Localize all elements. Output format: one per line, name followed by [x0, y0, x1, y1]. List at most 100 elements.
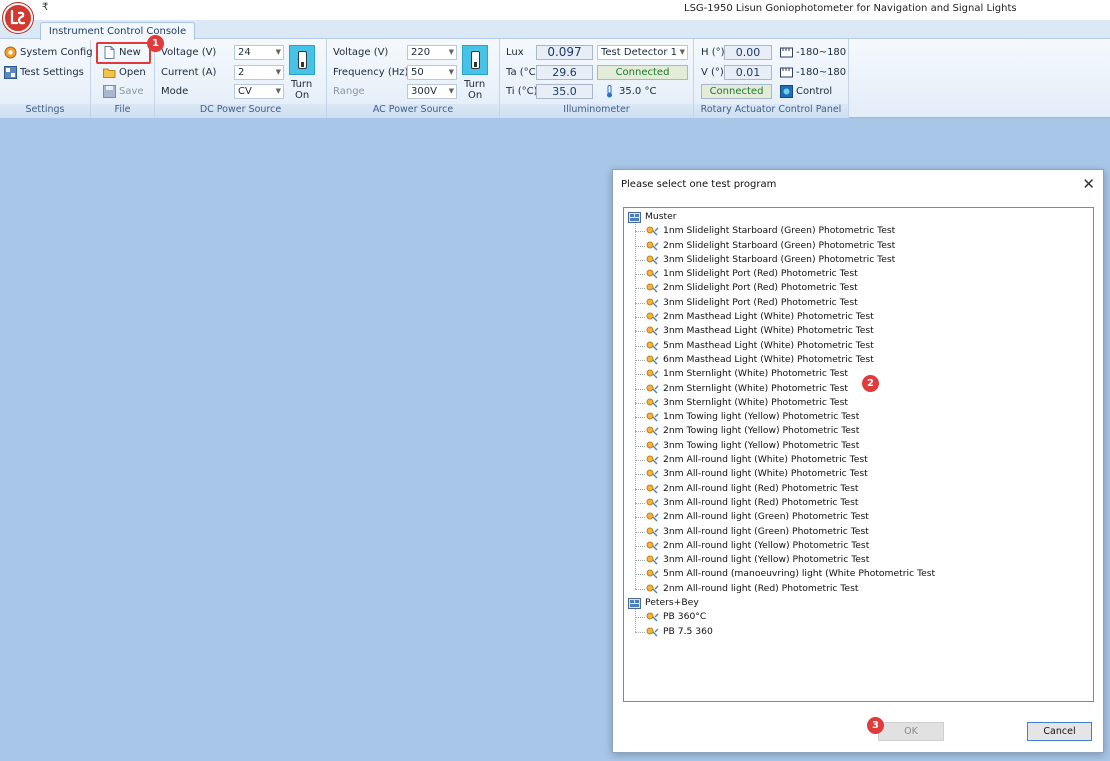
system-config-label: System Config — [20, 47, 93, 58]
dc-current-value: 2 — [238, 67, 245, 78]
dropdown-arrow-icon: ▼ — [275, 48, 281, 56]
dc-voltage-select[interactable]: 24 ▼ — [234, 45, 284, 60]
tree-item-label: 1nm Slidelight Port (Red) Photometric Te… — [663, 268, 858, 280]
tree-item-label: 2nm Masthead Light (White) Photometric T… — [663, 311, 874, 323]
ac-voltage-select[interactable]: 220 ▼ — [407, 45, 457, 60]
test-program-tree[interactable]: Muster 1nm Slidelight Starboard (Green) P… — [623, 207, 1094, 702]
tree-connector — [635, 560, 645, 562]
cancel-button[interactable]: Cancel — [1027, 722, 1092, 741]
dc-current-select[interactable]: 2 ▼ — [234, 65, 284, 80]
tree-group-label: Peters+Bey — [645, 597, 699, 609]
app-logo-icon[interactable] — [3, 3, 33, 33]
ac-frequency-select[interactable]: 50 ▼ — [407, 65, 457, 80]
tree-item-label: 5nm Masthead Light (White) Photometric T… — [663, 339, 874, 351]
tree-connector — [635, 488, 645, 490]
tree-item[interactable]: 3nm Slidelight Starboard (Green) Photome… — [624, 253, 1093, 267]
dc-turn-on-line1[interactable]: Turn — [291, 79, 312, 90]
tree-item[interactable]: 3nm All-round light (Yellow) Photometric… — [624, 553, 1093, 567]
h-angle-value: 0.00 — [724, 45, 772, 60]
tree-item[interactable]: 2nm All-round light (Green) Photometric … — [624, 510, 1093, 524]
ac-power-toggle[interactable] — [462, 45, 488, 75]
tree-item[interactable]: 5nm Masthead Light (White) Photometric T… — [624, 339, 1093, 353]
tree-item[interactable]: 2nm Slidelight Starboard (Green) Photome… — [624, 239, 1093, 253]
tree-item-label: 3nm All-round light (Yellow) Photometric… — [663, 554, 870, 566]
tree-item[interactable]: 6nm Masthead Light (White) Photometric T… — [624, 353, 1093, 367]
new-button-highlight — [96, 42, 151, 64]
ac-range-select[interactable]: 300V ▼ — [407, 84, 457, 99]
tree-item[interactable]: 2nm Masthead Light (White) Photometric T… — [624, 310, 1093, 324]
v-angle-label: V (°) — [701, 67, 724, 78]
tree-item[interactable]: 5nm All-round (manoeuvring) light (White… — [624, 567, 1093, 581]
ok-button[interactable]: OK — [878, 722, 944, 741]
ac-turn-on-line2[interactable]: On — [468, 90, 482, 101]
title-bar: ₹ LSG-1950 Lisun Goniophotometer for Nav… — [0, 0, 1110, 20]
tree-item[interactable]: PB 7.5 360 — [624, 625, 1093, 639]
group-label-rotary: Rotary Actuator Control Panel — [694, 104, 848, 118]
tree-item-label: 1nm Sternlight (White) Photometric Test — [663, 368, 848, 380]
tree-item[interactable]: 1nm Sternlight (White) Photometric Test — [624, 367, 1093, 381]
tree-item[interactable]: 3nm Sternlight (White) Photometric Test — [624, 396, 1093, 410]
quick-access-toolbar-icon[interactable]: ₹ — [42, 2, 48, 13]
tree-connector — [635, 431, 645, 433]
tree-item[interactable]: 3nm All-round light (White) Photometric … — [624, 467, 1093, 481]
tree-connector — [635, 517, 645, 519]
v-range-button[interactable]: -180~180 — [780, 66, 846, 79]
dc-turn-on-line2[interactable]: On — [295, 90, 309, 101]
tree-item[interactable]: 2nm All-round light (Red) Photometric Te… — [624, 582, 1093, 596]
tree-connector — [635, 331, 645, 333]
tree-item[interactable]: 2nm Sternlight (White) Photometric Test — [624, 382, 1093, 396]
close-icon[interactable]: ✕ — [1082, 174, 1095, 194]
ti-label: Ti (°C) — [506, 86, 538, 97]
tree-item[interactable]: 1nm Slidelight Starboard (Green) Photome… — [624, 224, 1093, 238]
tab-instrument-control-console[interactable]: Instrument Control Console — [40, 22, 195, 40]
tree-item[interactable]: 1nm Towing light (Yellow) Photometric Te… — [624, 410, 1093, 424]
tree-item[interactable]: 2nm Slidelight Port (Red) Photometric Te… — [624, 281, 1093, 295]
tree-item[interactable]: PB 360°C — [624, 610, 1093, 624]
ac-voltage-value: 220 — [411, 47, 431, 58]
settings-grid-icon — [4, 66, 17, 79]
h-range-button[interactable]: -180~180 — [780, 46, 846, 59]
tree-connector — [635, 574, 645, 576]
tree-item[interactable]: 2nm All-round light (Yellow) Photometric… — [624, 539, 1093, 553]
lux-label: Lux — [506, 47, 524, 58]
open-label: Open — [119, 67, 146, 78]
tree-item[interactable]: 2nm All-round light (White) Photometric … — [624, 453, 1093, 467]
dropdown-arrow-icon: ▼ — [448, 48, 454, 56]
h-range-label: -180~180 — [796, 47, 847, 58]
tree-connector — [635, 460, 645, 462]
tree-group-node[interactable]: Muster — [624, 210, 1093, 224]
control-button[interactable]: Control — [780, 85, 832, 98]
tree-group-node[interactable]: Peters+Bey — [624, 596, 1093, 610]
test-settings-label: Test Settings — [20, 67, 84, 78]
tree-item-label: 3nm Slidelight Starboard (Green) Photome… — [663, 253, 896, 265]
folder-open-icon — [103, 68, 116, 78]
tree-item-label: 2nm Slidelight Port (Red) Photometric Te… — [663, 282, 858, 294]
save-button[interactable]: Save — [103, 85, 144, 98]
save-disk-icon — [103, 85, 116, 98]
tree-item[interactable]: 3nm Towing light (Yellow) Photometric Te… — [624, 439, 1093, 453]
tree-item[interactable]: 3nm All-round light (Green) Photometric … — [624, 525, 1093, 539]
dc-mode-select[interactable]: CV ▼ — [234, 84, 284, 99]
tree-item[interactable]: 3nm Slidelight Port (Red) Photometric Te… — [624, 296, 1093, 310]
tree-item-label: 3nm All-round light (White) Photometric … — [663, 468, 868, 480]
temperature-reading: 35.0 °C — [603, 85, 656, 98]
tree-item[interactable]: 3nm Masthead Light (White) Photometric T… — [624, 324, 1093, 338]
tree-connector — [635, 288, 645, 290]
group-dc-power-source: Voltage (V) 24 ▼ Current (A) 2 ▼ Mode CV ▼ … — [155, 39, 327, 118]
tree-item[interactable]: 2nm All-round light (Red) Photometric Te… — [624, 482, 1093, 496]
ta-label: Ta (°C) — [506, 67, 540, 78]
dc-power-toggle[interactable] — [289, 45, 315, 75]
test-program-icon — [646, 627, 659, 643]
open-button[interactable]: Open — [103, 66, 146, 79]
dropdown-arrow-icon: ▼ — [679, 48, 685, 56]
system-config-button[interactable]: System Config — [4, 46, 93, 59]
tree-item-label: 3nm Slidelight Port (Red) Photometric Te… — [663, 296, 858, 308]
test-settings-button[interactable]: Test Settings — [4, 66, 84, 79]
range-ruler-icon — [780, 47, 793, 58]
tree-item[interactable]: 1nm Slidelight Port (Red) Photometric Te… — [624, 267, 1093, 281]
tree-item[interactable]: 3nm All-round light (Red) Photometric Te… — [624, 496, 1093, 510]
detector-select[interactable]: Test Detector 1 ▼ — [597, 45, 688, 60]
ac-turn-on-line1[interactable]: Turn — [464, 79, 485, 90]
tree-connector — [635, 402, 645, 404]
tree-item[interactable]: 2nm Towing light (Yellow) Photometric Te… — [624, 424, 1093, 438]
